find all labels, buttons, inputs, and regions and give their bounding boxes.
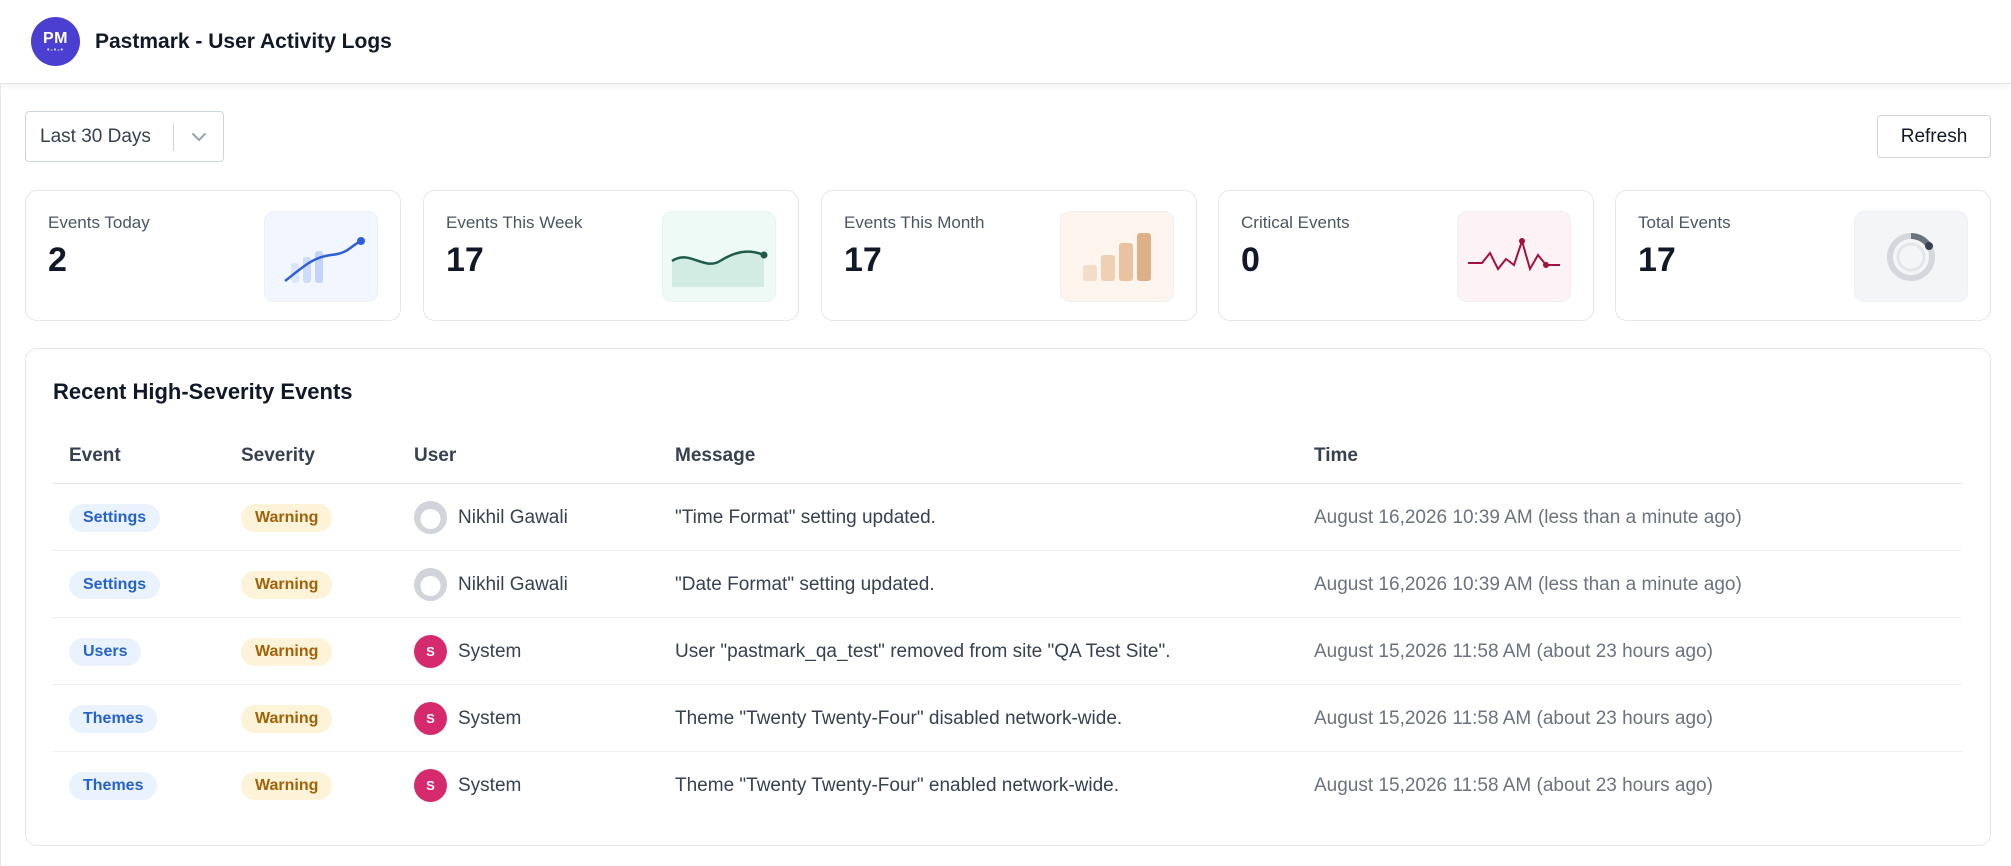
line-chart-icon [264, 211, 378, 302]
panel-title: Recent High-Severity Events [53, 379, 353, 404]
logo-text: PM [43, 29, 68, 47]
pulse-chart-icon [1457, 211, 1571, 302]
stat-value: 2 [48, 241, 67, 279]
severity-badge: Warning [241, 704, 333, 733]
user-name: System [458, 640, 522, 662]
severity-badge: Warning [241, 570, 333, 599]
stat-label: Total Events [1638, 213, 1731, 232]
event-message: "Time Format" setting updated. [675, 506, 936, 528]
bar-chart-icon [1060, 211, 1174, 302]
severity-badge: Warning [241, 503, 333, 532]
user-avatar: S [414, 769, 447, 802]
column-header-event[interactable]: Event [69, 445, 121, 467]
date-range-select[interactable]: Last 30 Days [25, 111, 224, 162]
event-badge: Themes [69, 704, 158, 733]
column-header-user[interactable]: User [414, 445, 456, 467]
date-range-value: Last 30 Days [40, 125, 151, 147]
event-time: August 15,2026 11:58 AM (about 23 hours … [1314, 707, 1713, 729]
user-avatar: S [414, 635, 447, 668]
table-row[interactable]: Themes Warning S System Theme "Twenty Tw… [53, 752, 1962, 819]
stat-label: Events Today [48, 213, 150, 232]
stat-value: 0 [1241, 241, 1260, 279]
stat-card-total: Total Events 17 [1615, 190, 1991, 321]
refresh-button[interactable]: Refresh [1877, 115, 1991, 158]
event-message: Theme "Twenty Twenty-Four" disabled netw… [675, 707, 1123, 729]
page-title: Pastmark - User Activity Logs [95, 29, 392, 53]
user-avatar [414, 568, 447, 601]
events-table: Event Severity User Message Time Setting… [53, 429, 1962, 819]
stat-card-events-month: Events This Month 17 [821, 190, 1197, 321]
table-header: Event Severity User Message Time [53, 429, 1962, 484]
left-divider [0, 84, 1, 866]
user-avatar [414, 501, 447, 534]
app-header: PM •-•-• Pastmark - User Activity Logs [0, 0, 2011, 84]
table-row[interactable]: Users Warning S System User "pastmark_qa… [53, 618, 1962, 685]
user-name: Nikhil Gawali [458, 573, 568, 595]
table-row[interactable]: Settings Warning Nikhil Gawali "Time For… [53, 484, 1962, 551]
event-time: August 16,2026 10:39 AM (less than a min… [1314, 506, 1742, 528]
stat-label: Events This Month [844, 213, 985, 232]
user-name: Nikhil Gawali [458, 506, 568, 528]
event-badge: Themes [69, 771, 158, 800]
event-badge: Settings [69, 570, 161, 599]
user-name: System [458, 707, 522, 729]
event-time: August 16,2026 10:39 AM (less than a min… [1314, 573, 1742, 595]
user-avatar: S [414, 702, 447, 735]
stat-label: Events This Week [446, 213, 583, 232]
area-chart-icon [662, 211, 776, 302]
event-badge: Users [69, 637, 142, 666]
logo-dots: •-•-• [46, 46, 64, 54]
stat-value: 17 [446, 241, 484, 279]
event-message: User "pastmark_qa_test" removed from sit… [675, 640, 1171, 662]
stat-value: 17 [1638, 241, 1676, 279]
event-time: August 15,2026 11:58 AM (about 23 hours … [1314, 774, 1713, 796]
event-time: August 15,2026 11:58 AM (about 23 hours … [1314, 640, 1713, 662]
severity-badge: Warning [241, 771, 333, 800]
column-header-time[interactable]: Time [1314, 445, 1358, 467]
column-header-message[interactable]: Message [675, 445, 755, 467]
event-badge: Settings [69, 503, 161, 532]
event-message: "Date Format" setting updated. [675, 573, 935, 595]
stat-card-critical: Critical Events 0 [1218, 190, 1594, 321]
column-header-severity[interactable]: Severity [241, 445, 315, 467]
event-message: Theme "Twenty Twenty-Four" enabled netwo… [675, 774, 1120, 796]
table-row[interactable]: Settings Warning Nikhil Gawali "Date For… [53, 551, 1962, 618]
ring-chart-icon [1854, 211, 1968, 302]
table-row[interactable]: Themes Warning S System Theme "Twenty Tw… [53, 685, 1962, 752]
stat-card-events-today: Events Today 2 [25, 190, 401, 321]
stat-value: 17 [844, 241, 882, 279]
high-severity-events-panel: Recent High-Severity Events Event Severi… [25, 348, 1991, 846]
user-name: System [458, 774, 522, 796]
app-logo: PM •-•-• [31, 17, 80, 66]
severity-badge: Warning [241, 637, 333, 666]
stat-label: Critical Events [1241, 213, 1350, 232]
chevron-down-icon[interactable] [174, 132, 223, 142]
stat-card-events-week: Events This Week 17 [423, 190, 799, 321]
